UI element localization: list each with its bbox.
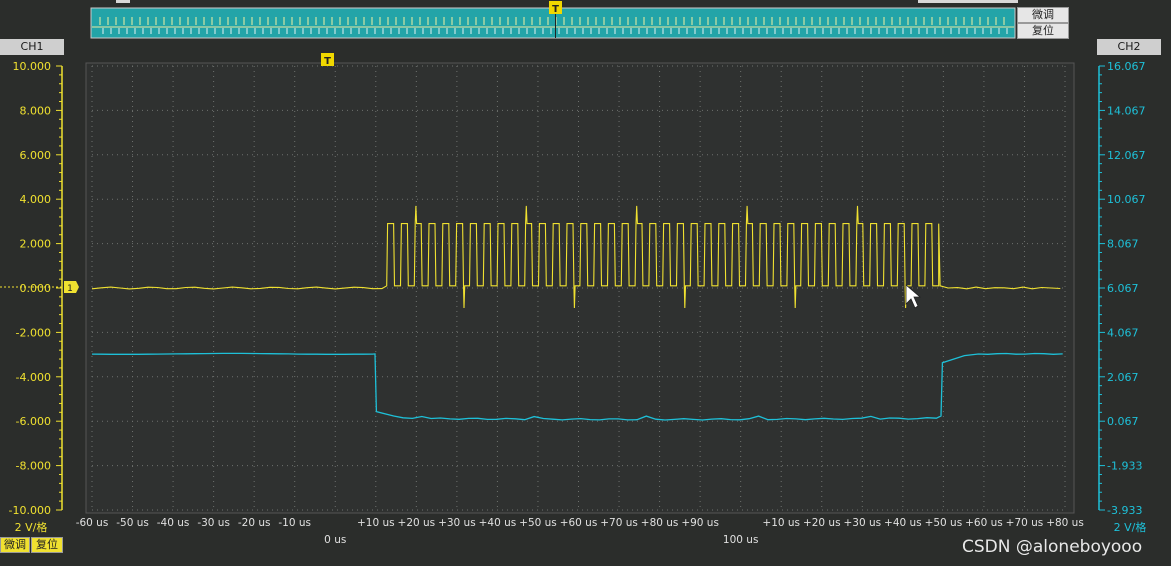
ch1-tick-label: -4.000 [16,371,51,384]
ch2-tick-label: -3.933 [1107,504,1142,517]
x-tick-label: +30 us [843,517,881,529]
ch1-label[interactable]: CH1 [0,39,64,55]
trigger-position-marker[interactable]: T [321,53,334,67]
ch2-label[interactable]: CH2 [1097,39,1161,55]
x-tick-label: +60 us [965,517,1003,529]
x-tick-label: +70 us [1006,517,1044,529]
ch2-tick-label: 12.067 [1107,149,1146,162]
navigator-top-bar [116,0,130,3]
x-tick-label: -20 us [238,517,271,529]
x-tick-label: +60 us [560,517,598,529]
x-tick-label: -50 us [116,517,149,529]
x-tick-label: +10 us [762,517,800,529]
x-tick-label: +80 us [641,517,679,529]
navigator-fine-tune-button[interactable]: 微调 [1017,7,1069,23]
x-tick-label: -30 us [197,517,230,529]
ch2-tick-label: 4.067 [1107,326,1139,339]
ch2-tick-label: -1.933 [1107,460,1142,473]
ch1-tick-label: 6.000 [20,149,52,162]
x-major-label: 100 us [723,534,759,546]
ch1-tick-label: -2.000 [16,326,51,339]
ch1-reset-button[interactable]: 复位 [31,537,63,553]
x-tick-label: +30 us [438,517,476,529]
ch2-tick-label: 16.067 [1107,60,1146,73]
ch2-scale-label: 2 V/格 [1113,521,1147,534]
ch2-tick-label: 14.067 [1107,104,1146,117]
ch1-tick-label: -8.000 [16,460,51,473]
watermark: CSDN @aloneboyooo [962,537,1142,557]
ch2-tick-label: 8.067 [1107,238,1139,251]
ch2-tick-label: 6.067 [1107,282,1139,295]
ch2-tick-label: 2.067 [1107,371,1139,384]
oscilloscope-window: T 10.000 8.000 6.000 4.000 2.000 0.000 -2.000 -… [0,0,1171,566]
navigator-top-bar-right [918,0,1018,3]
x-tick-label: +90 us [681,517,719,529]
ch1-tick-label: -10.000 [9,504,51,517]
ch1-tick-label: 10.000 [13,60,52,73]
ch2-tick-label: 10.067 [1107,193,1146,206]
x-tick-label: -10 us [278,517,311,529]
x-tick-label: +20 us [803,517,841,529]
x-tick-label: +10 us [357,517,395,529]
ch1-fine-tune-button[interactable]: 微调 [0,537,30,553]
ch1-ground-marker[interactable]: 1 [64,281,79,294]
ch1-scale-label: 2 V/格 [0,520,62,536]
navigator-reset-button[interactable]: 复位 [1017,23,1069,39]
x-tick-label: +20 us [398,517,436,529]
oscilloscope-display: T 10.000 8.000 6.000 4.000 2.000 0.000 -2.000 -… [0,0,1146,557]
svg-text:T: T [552,4,559,15]
x-tick-label: +50 us [519,517,557,529]
svg-text:1: 1 [67,284,73,294]
ch1-tick-label: 2.000 [20,238,52,251]
plot-area [85,62,1075,514]
x-tick-label: +80 us [1046,517,1084,529]
ch1-tick-label: 8.000 [20,104,52,117]
x-major-label: 0 us [324,534,346,546]
x-tick-label: -60 us [76,517,109,529]
ch1-tick-label: 0.000 [20,282,52,295]
x-tick-label: +40 us [479,517,517,529]
svg-text:T: T [324,56,331,67]
ch2-tick-label: 0.067 [1107,415,1139,428]
x-tick-label: +50 us [925,517,963,529]
ch1-tick-label: 4.000 [20,193,52,206]
x-tick-label: -40 us [157,517,190,529]
ch1-tick-label: -6.000 [16,415,51,428]
x-tick-label: +40 us [884,517,922,529]
x-tick-label: +70 us [600,517,638,529]
